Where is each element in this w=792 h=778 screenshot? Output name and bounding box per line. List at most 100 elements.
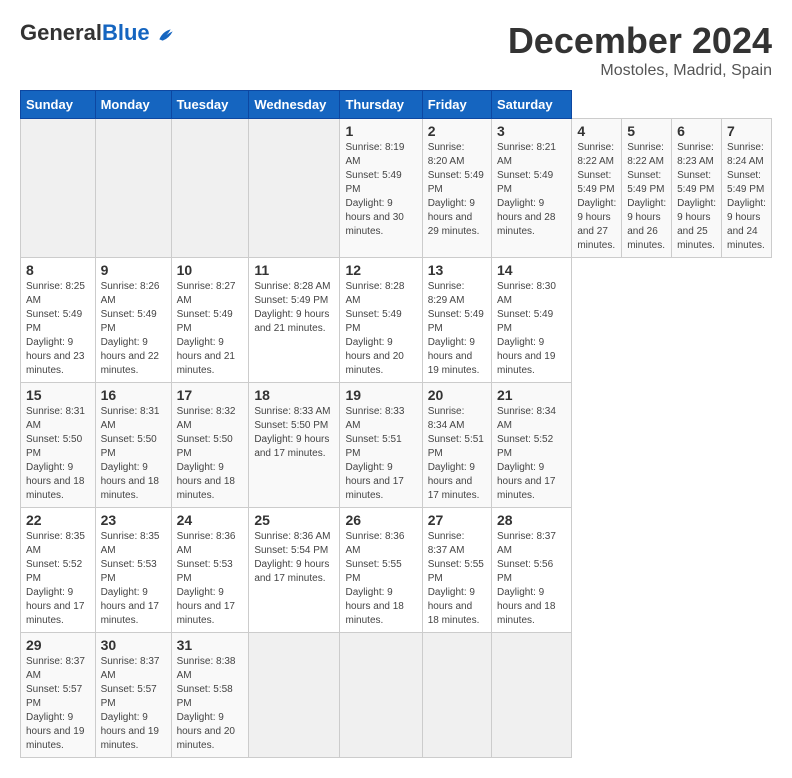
day-info: Sunrise: 8:38 AM Sunset: 5:58 PM Dayligh…: [177, 655, 244, 753]
calendar-week-row: 8Sunrise: 8:25 AM Sunset: 5:49 PM Daylig…: [21, 258, 772, 383]
calendar-cell: 12 Sunrise: 8:28 AM Sunset: 5:49 PM Dayli…: [340, 258, 422, 383]
day-info: Sunrise: 8:23 AM Sunset: 5:49 PM Dayligh…: [677, 141, 716, 253]
day-number: 7: [727, 123, 766, 139]
day-number: 10: [177, 262, 244, 278]
day-info: Sunrise: 8:33 AM Sunset: 5:51 PM Dayligh…: [345, 405, 416, 503]
calendar-table: SundayMondayTuesdayWednesdayThursdayFrid…: [20, 90, 772, 758]
day-number: 30: [101, 637, 166, 653]
day-header-wednesday: Wednesday: [249, 91, 340, 119]
day-info: Sunrise: 8:35 AM Sunset: 5:52 PM Dayligh…: [26, 530, 90, 628]
day-number: 26: [345, 512, 416, 528]
day-info: Sunrise: 8:36 AM Sunset: 5:53 PM Dayligh…: [177, 530, 244, 628]
calendar-cell: [95, 119, 171, 258]
calendar-cell: 8Sunrise: 8:25 AM Sunset: 5:49 PM Daylig…: [21, 258, 96, 383]
calendar-cell: 31 Sunrise: 8:38 AM Sunset: 5:58 PM Dayli…: [171, 633, 249, 758]
day-number: 28: [497, 512, 566, 528]
day-number: 14: [497, 262, 566, 278]
calendar-cell: 24 Sunrise: 8:36 AM Sunset: 5:53 PM Dayli…: [171, 508, 249, 633]
day-number: 24: [177, 512, 244, 528]
day-info: Sunrise: 8:31 AM Sunset: 5:50 PM Dayligh…: [101, 405, 166, 503]
calendar-cell: [249, 119, 340, 258]
calendar-cell: 30 Sunrise: 8:37 AM Sunset: 5:57 PM Dayli…: [95, 633, 171, 758]
calendar-cell: 7 Sunrise: 8:24 AM Sunset: 5:49 PM Daylig…: [722, 119, 772, 258]
location-title: Mostoles, Madrid, Spain: [508, 62, 772, 80]
day-info: Sunrise: 8:28 AM Sunset: 5:49 PM Dayligh…: [345, 280, 416, 378]
day-header-friday: Friday: [422, 91, 491, 119]
day-number: 13: [428, 262, 486, 278]
calendar-cell: 19 Sunrise: 8:33 AM Sunset: 5:51 PM Dayli…: [340, 383, 422, 508]
title-area: December 2024 Mostoles, Madrid, Spain: [508, 20, 772, 80]
day-header-tuesday: Tuesday: [171, 91, 249, 119]
day-number: 27: [428, 512, 486, 528]
logo-general-text: General: [20, 20, 102, 45]
day-info: Sunrise: 8:37 AM Sunset: 5:57 PM Dayligh…: [101, 655, 166, 753]
calendar-cell: 22Sunrise: 8:35 AM Sunset: 5:52 PM Dayli…: [21, 508, 96, 633]
day-number: 1: [345, 123, 416, 139]
day-info: Sunrise: 8:22 AM Sunset: 5:49 PM Dayligh…: [627, 141, 666, 253]
calendar-cell: 29 Sunrise: 8:37 AM Sunset: 5:57 PM Dayli…: [21, 633, 96, 758]
calendar-cell: 26 Sunrise: 8:36 AM Sunset: 5:55 PM Dayli…: [340, 508, 422, 633]
day-number: 25: [254, 512, 334, 528]
day-info: Sunrise: 8:25 AM Sunset: 5:49 PM Dayligh…: [26, 280, 90, 378]
day-info: Sunrise: 8:36 AM Sunset: 5:55 PM Dayligh…: [345, 530, 416, 628]
day-number: 3: [497, 123, 566, 139]
day-info: Sunrise: 8:33 AM Sunset: 5:50 PM Dayligh…: [254, 405, 334, 461]
calendar-cell: [21, 119, 96, 258]
calendar-cell: 17 Sunrise: 8:32 AM Sunset: 5:50 PM Dayli…: [171, 383, 249, 508]
day-header-thursday: Thursday: [340, 91, 422, 119]
calendar-header-row: SundayMondayTuesdayWednesdayThursdayFrid…: [21, 91, 772, 119]
day-number: 21: [497, 387, 566, 403]
day-number: 15: [26, 387, 90, 403]
day-info: Sunrise: 8:29 AM Sunset: 5:49 PM Dayligh…: [428, 280, 486, 378]
calendar-cell: 18 Sunrise: 8:33 AM Sunset: 5:50 PM Dayli…: [249, 383, 340, 508]
day-number: 17: [177, 387, 244, 403]
day-number: 2: [428, 123, 486, 139]
calendar-cell: 1Sunrise: 8:19 AM Sunset: 5:49 PM Daylig…: [340, 119, 422, 258]
calendar-cell: [249, 633, 340, 758]
day-number: 12: [345, 262, 416, 278]
day-info: Sunrise: 8:26 AM Sunset: 5:49 PM Dayligh…: [101, 280, 166, 378]
calendar-cell: 6 Sunrise: 8:23 AM Sunset: 5:49 PM Daylig…: [672, 119, 722, 258]
calendar-cell: 11Sunrise: 8:28 AM Sunset: 5:49 PM Dayli…: [249, 258, 340, 383]
calendar-cell: 20Sunrise: 8:34 AM Sunset: 5:51 PM Dayli…: [422, 383, 491, 508]
calendar-week-row: 22Sunrise: 8:35 AM Sunset: 5:52 PM Dayli…: [21, 508, 772, 633]
day-info: Sunrise: 8:36 AM Sunset: 5:54 PM Dayligh…: [254, 530, 334, 586]
day-number: 6: [677, 123, 716, 139]
calendar-cell: 25 Sunrise: 8:36 AM Sunset: 5:54 PM Dayli…: [249, 508, 340, 633]
logo: GeneralBlue: [20, 20, 176, 46]
day-number: 31: [177, 637, 244, 653]
calendar-cell: 23Sunrise: 8:35 AM Sunset: 5:53 PM Dayli…: [95, 508, 171, 633]
day-info: Sunrise: 8:30 AM Sunset: 5:49 PM Dayligh…: [497, 280, 566, 378]
calendar-cell: 14 Sunrise: 8:30 AM Sunset: 5:49 PM Dayli…: [492, 258, 572, 383]
logo-bird-icon: [156, 26, 176, 46]
day-header-sunday: Sunday: [21, 91, 96, 119]
day-number: 18: [254, 387, 334, 403]
day-info: Sunrise: 8:37 AM Sunset: 5:55 PM Dayligh…: [428, 530, 486, 628]
calendar-cell: 9Sunrise: 8:26 AM Sunset: 5:49 PM Daylig…: [95, 258, 171, 383]
day-info: Sunrise: 8:24 AM Sunset: 5:49 PM Dayligh…: [727, 141, 766, 253]
day-number: 29: [26, 637, 90, 653]
day-info: Sunrise: 8:37 AM Sunset: 5:56 PM Dayligh…: [497, 530, 566, 628]
day-number: 11: [254, 262, 334, 278]
day-info: Sunrise: 8:27 AM Sunset: 5:49 PM Dayligh…: [177, 280, 244, 378]
day-number: 4: [577, 123, 616, 139]
day-info: Sunrise: 8:32 AM Sunset: 5:50 PM Dayligh…: [177, 405, 244, 503]
calendar-cell: 3 Sunrise: 8:21 AM Sunset: 5:49 PM Daylig…: [492, 119, 572, 258]
day-info: Sunrise: 8:34 AM Sunset: 5:51 PM Dayligh…: [428, 405, 486, 503]
day-info: Sunrise: 8:21 AM Sunset: 5:49 PM Dayligh…: [497, 141, 566, 239]
calendar-cell: 2 Sunrise: 8:20 AM Sunset: 5:49 PM Daylig…: [422, 119, 491, 258]
calendar-cell: 13 Sunrise: 8:29 AM Sunset: 5:49 PM Dayli…: [422, 258, 491, 383]
calendar-week-row: 1Sunrise: 8:19 AM Sunset: 5:49 PM Daylig…: [21, 119, 772, 258]
day-number: 19: [345, 387, 416, 403]
calendar-cell: 21Sunrise: 8:34 AM Sunset: 5:52 PM Dayli…: [492, 383, 572, 508]
calendar-cell: 15Sunrise: 8:31 AM Sunset: 5:50 PM Dayli…: [21, 383, 96, 508]
calendar-cell: [340, 633, 422, 758]
day-info: Sunrise: 8:20 AM Sunset: 5:49 PM Dayligh…: [428, 141, 486, 239]
calendar-week-row: 29 Sunrise: 8:37 AM Sunset: 5:57 PM Dayli…: [21, 633, 772, 758]
calendar-cell: 28 Sunrise: 8:37 AM Sunset: 5:56 PM Dayli…: [492, 508, 572, 633]
calendar-cell: 27 Sunrise: 8:37 AM Sunset: 5:55 PM Dayli…: [422, 508, 491, 633]
calendar-cell: 4Sunrise: 8:22 AM Sunset: 5:49 PM Daylig…: [572, 119, 622, 258]
day-info: Sunrise: 8:37 AM Sunset: 5:57 PM Dayligh…: [26, 655, 90, 753]
day-info: Sunrise: 8:35 AM Sunset: 5:53 PM Dayligh…: [101, 530, 166, 628]
calendar-cell: 5Sunrise: 8:22 AM Sunset: 5:49 PM Daylig…: [622, 119, 672, 258]
